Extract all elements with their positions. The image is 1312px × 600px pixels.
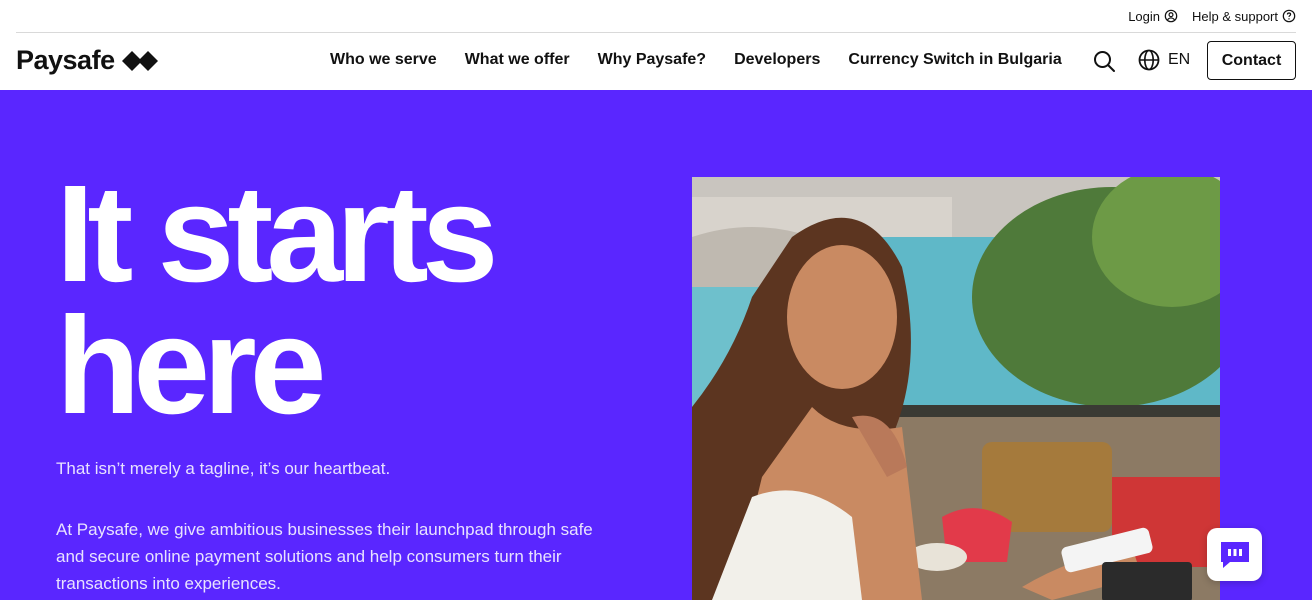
login-link[interactable]: Login	[1128, 9, 1178, 24]
login-label: Login	[1128, 8, 1160, 24]
hero-tagline: That isn’t merely a tagline, it’s our he…	[56, 459, 391, 478]
nav-item-what-we-offer[interactable]: What we offer	[465, 51, 570, 69]
nav-item-developers[interactable]: Developers	[734, 51, 820, 69]
nav-item-who-we-serve[interactable]: Who we serve	[330, 51, 437, 69]
chat-bubble-icon	[1220, 541, 1249, 568]
hero-title-line-2: here	[56, 289, 326, 443]
main-nav: Paysafe Who we serve What we offer Why P…	[0, 33, 1312, 90]
nav-item-currency-switch[interactable]: Currency Switch in Bulgaria	[848, 51, 1061, 69]
globe-icon	[1138, 49, 1160, 71]
nav-item-why-paysafe[interactable]: Why Paysafe?	[598, 51, 706, 69]
hero-photo	[692, 177, 1220, 600]
double-diamond-icon	[121, 50, 158, 71]
nav-links: Who we serve What we offer Why Paysafe? …	[330, 51, 1062, 69]
language-label: EN	[1168, 51, 1191, 68]
contact-button[interactable]: Contact	[1207, 41, 1296, 80]
paysafe-logo[interactable]: Paysafe	[16, 45, 159, 76]
hero-title-line-1: It starts	[56, 157, 498, 311]
help-label: Help & support	[1192, 8, 1278, 24]
help-support-link[interactable]: Help & support	[1192, 9, 1296, 24]
question-circle-icon	[1282, 9, 1296, 23]
search-icon[interactable]	[1092, 49, 1116, 73]
hero-section: It starts here That isn’t merely a tagli…	[0, 90, 1312, 600]
language-selector[interactable]: EN	[1138, 49, 1190, 71]
utility-bar: Login Help & support	[0, 0, 1312, 32]
chat-widget-button[interactable]	[1207, 528, 1262, 581]
logo-text: Paysafe	[16, 45, 115, 75]
user-circle-icon	[1164, 9, 1178, 23]
hero-title: It starts here	[56, 157, 498, 443]
hero-body-text: At Paysafe, we give ambitious businesses…	[56, 520, 593, 593]
